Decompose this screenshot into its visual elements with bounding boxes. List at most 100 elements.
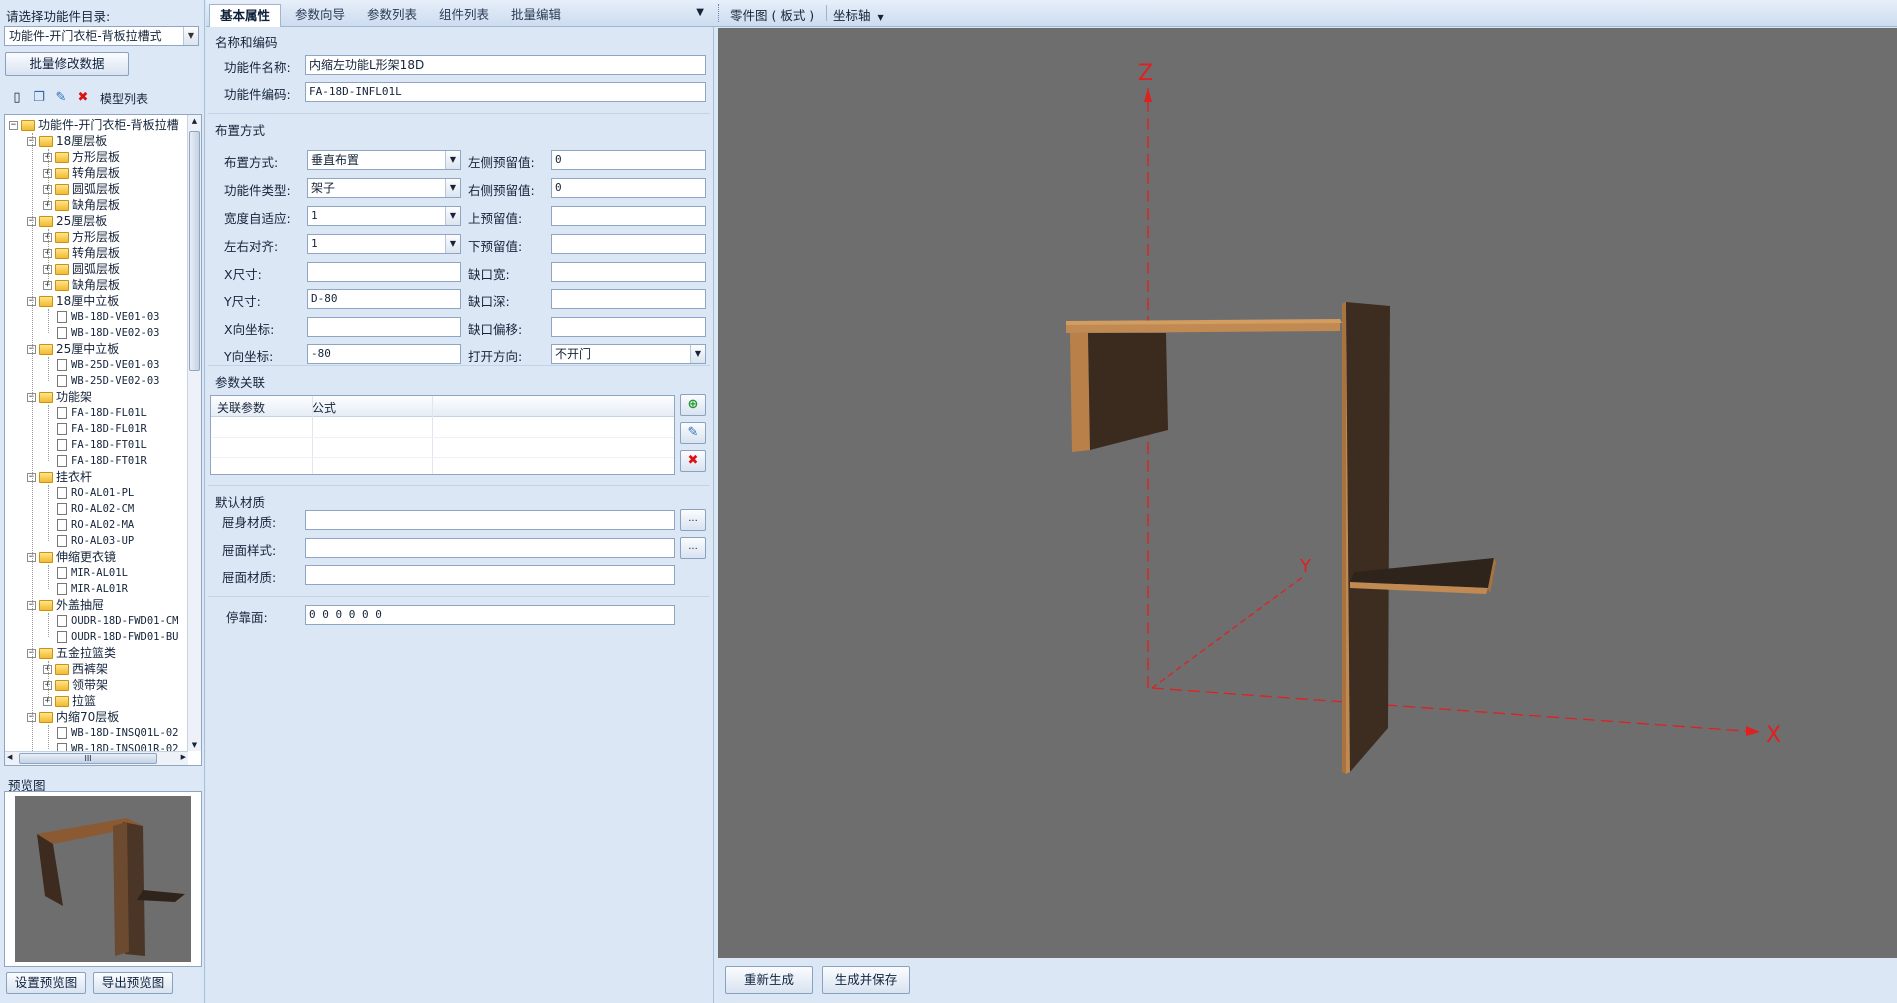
part-view-label[interactable]: 零件图 ( 板式 ) bbox=[730, 5, 814, 24]
batch-edit-button[interactable]: 批量修改数据 bbox=[5, 52, 129, 76]
export-preview-button[interactable]: 导出预览图 bbox=[93, 972, 173, 994]
generate-save-button[interactable]: 生成并保存 bbox=[822, 966, 910, 994]
h-scroll-grip: III bbox=[84, 754, 92, 763]
scroll-left-icon[interactable]: ◀ bbox=[7, 753, 12, 761]
scroll-down-icon[interactable]: ▼ bbox=[189, 741, 200, 749]
tree-group[interactable]: − 内缩70层板 bbox=[27, 709, 119, 725]
model-tree[interactable]: − 功能件-开门衣柜-背板拉槽 −18厘层板 + 方形层板 + 转角层板 + 圆弧层板 + 缺角层板… bbox=[4, 114, 202, 766]
tree-guide-line bbox=[48, 661, 49, 701]
tree-group[interactable]: −25厘层板 bbox=[27, 213, 107, 229]
material-field[interactable] bbox=[305, 565, 675, 585]
tree-subgroup[interactable]: + 领带架 bbox=[43, 677, 108, 693]
tree-leaf-item[interactable]: MIR-AL01R bbox=[57, 581, 128, 597]
tree-subgroup[interactable]: + 圆弧层板 bbox=[43, 261, 120, 277]
catalog-select[interactable]: 功能件-开门衣柜-背板拉槽式 ▼ bbox=[4, 26, 199, 46]
h-scroll-thumb[interactable]: III bbox=[19, 753, 157, 764]
tree-leaf-item[interactable]: FA-18D-FL01R bbox=[57, 421, 147, 437]
tree-subgroup[interactable]: + 方形层板 bbox=[43, 229, 120, 245]
tree-node-label: MIR-AL01R bbox=[71, 583, 128, 595]
tree-leaf-item[interactable]: WB-25D-VE01-03 bbox=[57, 357, 160, 373]
tree-node-label: 18厘层板 bbox=[56, 134, 108, 148]
material-field-label: 屉面样式: bbox=[222, 543, 277, 558]
delete-icon[interactable]: ✖ bbox=[74, 89, 92, 107]
tree-group[interactable]: −25厘中立板 bbox=[27, 341, 119, 357]
tree-node-label: 伸缩更衣镜 bbox=[56, 550, 117, 564]
3d-scene[interactable]: Z Y X bbox=[718, 28, 1897, 958]
tree-group[interactable]: − 伸缩更衣镜 bbox=[27, 549, 116, 565]
tree-subgroup[interactable]: + 缺角层板 bbox=[43, 197, 120, 213]
tree-node-label: WB-18D-VE02-03 bbox=[71, 327, 160, 339]
folder-icon bbox=[21, 120, 35, 131]
tree-leaf-item[interactable]: FA-18D-FL01L bbox=[57, 405, 147, 421]
tree-leaf-item[interactable]: OUDR-18D-FWD01-CM bbox=[57, 613, 178, 629]
dock-field[interactable]: 0 0 0 0 0 0 bbox=[305, 605, 675, 625]
material-field[interactable] bbox=[305, 538, 675, 558]
browse-button[interactable]: ... bbox=[680, 537, 706, 559]
collapse-icon[interactable]: − bbox=[9, 121, 18, 130]
tree-subgroup[interactable]: + 西裤架 bbox=[43, 661, 108, 677]
tree-leaf-item[interactable]: RO-AL02-CM bbox=[57, 501, 134, 517]
tree-subgroup[interactable]: + 缺角层板 bbox=[43, 277, 120, 293]
tree-leaf-item[interactable]: FA-18D-FT01R bbox=[57, 453, 147, 469]
tree-node-label: MIR-AL01L bbox=[71, 567, 128, 579]
edit-icon[interactable]: ✎ bbox=[52, 89, 70, 107]
folder-icon bbox=[55, 664, 69, 675]
tree-leaf-item[interactable]: FA-18D-FT01L bbox=[57, 437, 147, 453]
tree-group[interactable]: − 五金拉篮类 bbox=[27, 645, 116, 661]
copy-icon[interactable]: ❐ bbox=[30, 89, 48, 107]
tree-subgroup[interactable]: + 转角层板 bbox=[43, 245, 120, 261]
tree-node-label: 25厘中立板 bbox=[56, 342, 120, 356]
tree-scroll-thumb[interactable] bbox=[189, 131, 200, 371]
tree-node-label: OUDR-18D-FWD01-BU bbox=[71, 631, 179, 643]
side-panel-front bbox=[1342, 302, 1346, 774]
scroll-right-icon[interactable]: ▶ bbox=[181, 753, 186, 761]
folder-icon bbox=[55, 280, 69, 291]
tree-leaf-item[interactable]: RO-AL02-MA bbox=[57, 517, 134, 533]
dock-label: 停靠面: bbox=[226, 610, 268, 625]
tree-group[interactable]: − 外盖抽屉 bbox=[27, 597, 104, 613]
folder-icon bbox=[55, 184, 69, 195]
tree-node-label: RO-AL01-PL bbox=[71, 487, 135, 499]
tree-leaf-item[interactable]: WB-25D-VE02-03 bbox=[57, 373, 160, 389]
x-axis-line bbox=[1151, 687, 1759, 733]
tree-node-label: FA-18D-FL01R bbox=[71, 423, 147, 435]
tree-group[interactable]: −18厘中立板 bbox=[27, 293, 119, 309]
folder-icon bbox=[55, 232, 69, 243]
set-preview-button[interactable]: 设置预览图 bbox=[6, 972, 86, 994]
tree-leaf-item[interactable]: MIR-AL01L bbox=[57, 565, 128, 581]
tree-subgroup[interactable]: + 转角层板 bbox=[43, 165, 120, 181]
tree-group[interactable]: − 功能架 bbox=[27, 389, 92, 405]
folder-icon bbox=[39, 648, 53, 659]
chevron-down-icon[interactable]: ▼ bbox=[183, 27, 198, 45]
tree-node-label: 拉篮 bbox=[72, 694, 97, 708]
material-field[interactable] bbox=[305, 510, 675, 530]
folder-icon bbox=[55, 200, 69, 211]
tree-root[interactable]: − 功能件-开门衣柜-背板拉槽 bbox=[9, 117, 179, 133]
tree-horizontal-scrollbar[interactable]: ◀ III ▶ bbox=[5, 751, 188, 765]
tree-leaf-item[interactable]: WB-18D-VE01-03 bbox=[57, 309, 160, 325]
regenerate-button[interactable]: 重新生成 bbox=[725, 966, 813, 994]
new-doc-icon[interactable]: ▯ bbox=[8, 89, 26, 107]
folder-icon bbox=[39, 296, 53, 307]
tree-node-label: WB-18D-INSQ01R-02 bbox=[71, 743, 179, 751]
tree-leaf-item[interactable]: OUDR-18D-FWD01-BU bbox=[57, 629, 178, 645]
tree-leaf-item[interactable]: WB-18D-INSQ01R-02 bbox=[57, 741, 178, 751]
document-icon bbox=[57, 311, 67, 323]
browse-button[interactable]: ... bbox=[680, 509, 706, 531]
3d-viewport[interactable]: Z Y X bbox=[718, 28, 1897, 958]
tree-leaf-item[interactable]: RO-AL01-PL bbox=[57, 485, 134, 501]
axis-menu[interactable]: 坐标轴 ▼ bbox=[833, 5, 884, 24]
tree-group[interactable]: − 挂衣杆 bbox=[27, 469, 92, 485]
tree-subgroup[interactable]: + 拉篮 bbox=[43, 693, 96, 709]
tree-subgroup[interactable]: + 方形层板 bbox=[43, 149, 120, 165]
document-icon bbox=[57, 359, 67, 371]
tree-leaf-item[interactable]: RO-AL03-UP bbox=[57, 533, 134, 549]
tree-leaf-item[interactable]: WB-18D-INSQ01L-02 bbox=[57, 725, 178, 741]
scroll-up-icon[interactable]: ▲ bbox=[189, 117, 200, 125]
tree-subgroup[interactable]: + 圆弧层板 bbox=[43, 181, 120, 197]
tree-node-label: 方形层板 bbox=[72, 150, 121, 164]
tree-vertical-scrollbar[interactable]: ▲ ▼ bbox=[187, 115, 201, 751]
tree-node-label: RO-AL02-MA bbox=[71, 519, 135, 531]
tree-leaf-item[interactable]: WB-18D-VE02-03 bbox=[57, 325, 160, 341]
tree-group[interactable]: −18厘层板 bbox=[27, 133, 107, 149]
